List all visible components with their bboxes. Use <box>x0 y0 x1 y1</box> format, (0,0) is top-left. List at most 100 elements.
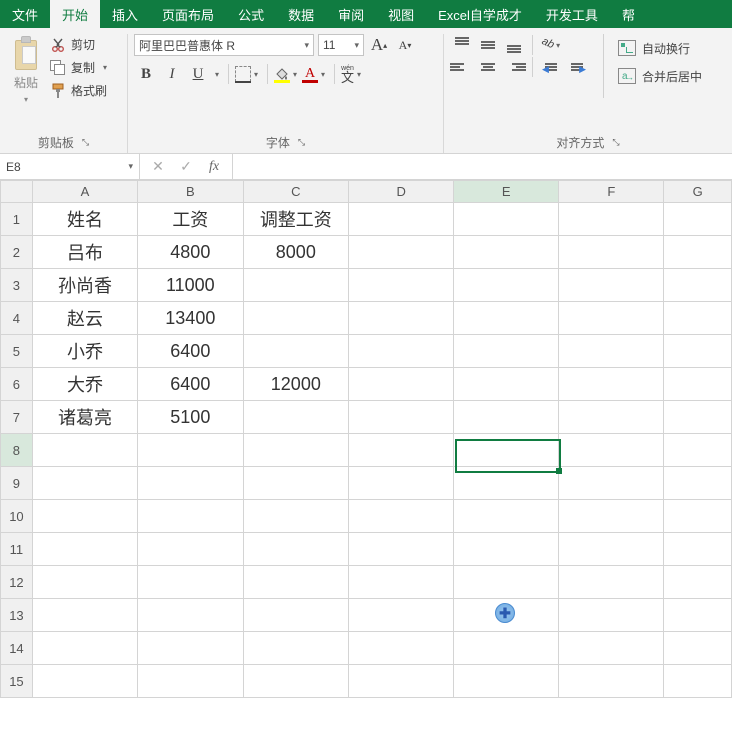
cell-F14[interactable] <box>559 632 664 665</box>
font-size-combo[interactable]: 11 ▾ <box>318 34 364 56</box>
cell-C10[interactable] <box>243 500 349 533</box>
row-header-13[interactable]: 13 <box>1 599 33 632</box>
cell-D1[interactable] <box>349 203 454 236</box>
cell-C6[interactable]: 12000 <box>243 368 349 401</box>
cell-G15[interactable] <box>664 665 732 698</box>
copy-button[interactable]: 复制 ▾ <box>50 59 110 76</box>
menu-tab-9[interactable]: 开发工具 <box>534 0 610 28</box>
cell-D5[interactable] <box>349 335 454 368</box>
align-center-button[interactable] <box>476 56 500 78</box>
cell-C1[interactable]: 调整工资 <box>243 203 349 236</box>
cell-G10[interactable] <box>664 500 732 533</box>
decrease-font-button[interactable]: A▾ <box>394 34 416 56</box>
cell-C13[interactable] <box>243 599 349 632</box>
row-header-15[interactable]: 15 <box>1 665 33 698</box>
cell-E1[interactable] <box>454 203 559 236</box>
cell-B4[interactable]: 13400 <box>138 302 244 335</box>
cell-F1[interactable] <box>559 203 664 236</box>
bold-button[interactable]: B <box>134 62 158 86</box>
cell-B5[interactable]: 6400 <box>138 335 244 368</box>
cell-G12[interactable] <box>664 566 732 599</box>
cell-F11[interactable] <box>559 533 664 566</box>
cell-A15[interactable] <box>32 665 137 698</box>
row-header-2[interactable]: 2 <box>1 236 33 269</box>
cell-C8[interactable] <box>243 434 349 467</box>
menu-tab-0[interactable]: 文件 <box>0 0 50 28</box>
cell-C9[interactable] <box>243 467 349 500</box>
row-header-5[interactable]: 5 <box>1 335 33 368</box>
row-header-8[interactable]: 8 <box>1 434 33 467</box>
cell-D8[interactable] <box>349 434 454 467</box>
cell-F13[interactable] <box>559 599 664 632</box>
increase-font-button[interactable]: A▴ <box>368 34 390 56</box>
cell-C11[interactable] <box>243 533 349 566</box>
row-header-9[interactable]: 9 <box>1 467 33 500</box>
cell-G4[interactable] <box>664 302 732 335</box>
align-middle-button[interactable] <box>476 34 500 56</box>
align-right-button[interactable] <box>502 56 526 78</box>
enter-formula-button[interactable]: ✓ <box>172 154 200 179</box>
underline-button[interactable]: U <box>186 62 210 86</box>
cell-G3[interactable] <box>664 269 732 302</box>
cell-B10[interactable] <box>138 500 244 533</box>
font-name-combo[interactable]: 阿里巴巴普惠体 R ▾ <box>134 34 314 56</box>
cell-F5[interactable] <box>559 335 664 368</box>
cell-A9[interactable] <box>32 467 137 500</box>
cell-E10[interactable] <box>454 500 559 533</box>
cell-G2[interactable] <box>664 236 732 269</box>
font-color-button[interactable]: A ▾ <box>302 66 328 82</box>
fill-color-button[interactable]: ▾ <box>274 66 300 82</box>
column-header-F[interactable]: F <box>559 181 664 203</box>
cell-B9[interactable] <box>138 467 244 500</box>
cell-F7[interactable] <box>559 401 664 434</box>
decrease-indent-button[interactable]: ◀ <box>539 56 563 78</box>
row-header-1[interactable]: 1 <box>1 203 33 236</box>
cell-D3[interactable] <box>349 269 454 302</box>
cell-E5[interactable] <box>454 335 559 368</box>
cell-A11[interactable] <box>32 533 137 566</box>
cell-B13[interactable] <box>138 599 244 632</box>
insert-function-button[interactable]: fx <box>200 154 228 179</box>
border-dropdown-icon[interactable]: ▾ <box>251 70 261 79</box>
name-box[interactable]: E8 ▾ <box>0 154 140 179</box>
cell-G9[interactable] <box>664 467 732 500</box>
menu-tab-1[interactable]: 开始 <box>50 0 100 28</box>
clipboard-launcher-icon[interactable]: ⤡ <box>82 137 89 148</box>
cell-B11[interactable] <box>138 533 244 566</box>
cell-G1[interactable] <box>664 203 732 236</box>
cell-E15[interactable] <box>454 665 559 698</box>
phonetic-button[interactable]: wén 文 ▾ <box>341 65 364 84</box>
cell-B7[interactable]: 5100 <box>138 401 244 434</box>
cell-B1[interactable]: 工资 <box>138 203 244 236</box>
cell-A12[interactable] <box>32 566 137 599</box>
cell-A13[interactable] <box>32 599 137 632</box>
align-top-button[interactable] <box>450 34 474 56</box>
fill-dropdown-icon[interactable]: ▾ <box>290 70 300 79</box>
cell-D15[interactable] <box>349 665 454 698</box>
column-header-D[interactable]: D <box>349 181 454 203</box>
cell-B3[interactable]: 11000 <box>138 269 244 302</box>
cell-A6[interactable]: 大乔 <box>32 368 137 401</box>
cell-C5[interactable] <box>243 335 349 368</box>
row-header-12[interactable]: 12 <box>1 566 33 599</box>
cell-G14[interactable] <box>664 632 732 665</box>
cell-A14[interactable] <box>32 632 137 665</box>
cell-E6[interactable] <box>454 368 559 401</box>
italic-button[interactable]: I <box>160 62 184 86</box>
cell-D13[interactable] <box>349 599 454 632</box>
cell-D4[interactable] <box>349 302 454 335</box>
cell-G8[interactable] <box>664 434 732 467</box>
paste-button[interactable]: 粘贴 ▾ <box>6 34 46 104</box>
cell-G7[interactable] <box>664 401 732 434</box>
row-header-3[interactable]: 3 <box>1 269 33 302</box>
cell-B8[interactable] <box>138 434 244 467</box>
select-all-corner[interactable] <box>1 181 33 203</box>
border-button[interactable]: ▾ <box>235 66 261 82</box>
underline-dropdown-icon[interactable]: ▾ <box>212 70 222 79</box>
wrap-text-button[interactable]: 自动换行 <box>618 36 702 60</box>
font-color-dropdown-icon[interactable]: ▾ <box>318 70 328 79</box>
cancel-formula-button[interactable]: ✕ <box>144 154 172 179</box>
cell-D2[interactable] <box>349 236 454 269</box>
menu-tab-4[interactable]: 公式 <box>226 0 276 28</box>
row-header-6[interactable]: 6 <box>1 368 33 401</box>
